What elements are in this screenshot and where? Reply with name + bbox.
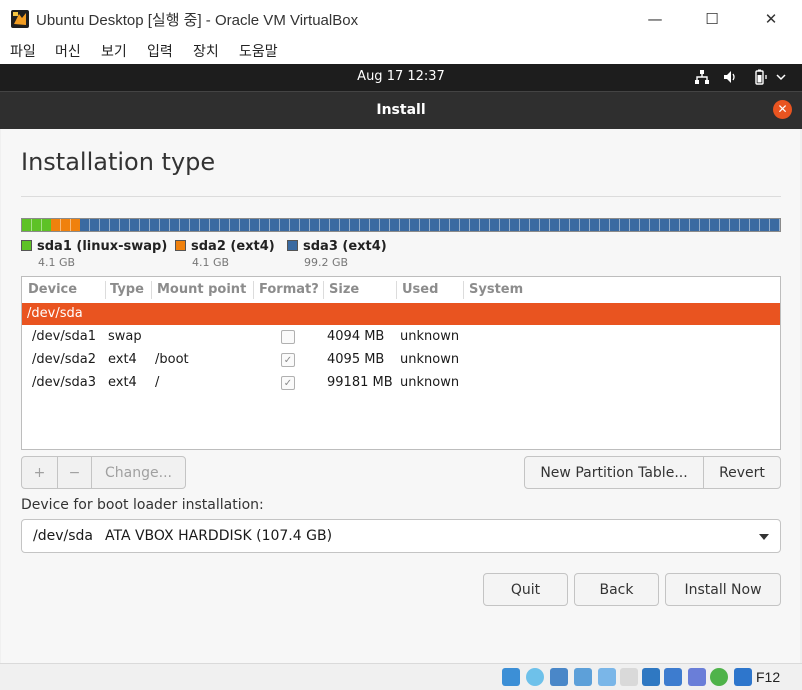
column-separator: [105, 281, 106, 299]
legend-sda3: sda3 (ext4) 99.2 GB: [287, 239, 387, 269]
remove-partition-button[interactable]: −: [57, 456, 92, 489]
legend-size: 99.2 GB: [304, 256, 349, 269]
legend-sda1: sda1 (linux-swap) 4.1 GB: [21, 239, 167, 269]
network-icon[interactable]: [694, 69, 710, 85]
install-now-button[interactable]: Install Now: [665, 573, 781, 606]
legend-name: sda1 (linux-swap): [37, 239, 168, 254]
divider: [21, 196, 781, 197]
partition-bar: [21, 218, 781, 232]
column-separator: [151, 281, 152, 299]
format-checkbox[interactable]: [281, 330, 295, 344]
menu-machine[interactable]: 머신: [55, 41, 81, 61]
boot-device: /dev/sda: [33, 528, 93, 544]
format-checkbox-checked[interactable]: ✓: [281, 353, 295, 367]
legend-name: sda3 (ext4): [303, 239, 387, 254]
boot-loader-select[interactable]: /dev/sda ATA VBOX HARDDISK (107.4 GB): [21, 519, 781, 553]
column-header-format[interactable]: Format?: [259, 282, 319, 297]
partition-segment-sda1: [22, 219, 51, 231]
hard-disk-icon[interactable]: [502, 668, 520, 686]
dialog-header: Install: [0, 91, 802, 129]
partition-segment-sda2: [50, 219, 80, 231]
column-separator: [396, 281, 397, 299]
cell-mount[interactable]: /boot: [155, 352, 189, 367]
column-separator: [463, 281, 464, 299]
cell-device[interactable]: /dev/sda1: [32, 329, 96, 344]
column-header-type[interactable]: Type: [110, 282, 144, 297]
table-row-selected[interactable]: /dev/sda: [22, 303, 780, 325]
legend-swatch-sda1: [21, 240, 32, 251]
cell-device[interactable]: /dev/sda3: [32, 375, 96, 390]
disk-label: /dev/sda: [27, 306, 83, 321]
quit-button[interactable]: Quit: [483, 573, 568, 606]
virtualbox-app-icon: [11, 10, 29, 28]
usb-icon[interactable]: [598, 668, 616, 686]
cell-mount[interactable]: /: [155, 375, 159, 390]
format-checkbox-checked[interactable]: ✓: [281, 376, 295, 390]
boot-loader-label: Device for boot loader installation:: [21, 497, 264, 513]
network-adapter-icon[interactable]: [574, 668, 592, 686]
partition-segment-sda3: [79, 219, 780, 231]
cell-type[interactable]: swap: [108, 329, 142, 344]
guest-additions-icon[interactable]: [710, 668, 728, 686]
cell-used[interactable]: unknown: [400, 375, 459, 390]
display-icon[interactable]: [642, 668, 660, 686]
column-header-size[interactable]: Size: [329, 282, 359, 297]
cell-size[interactable]: 4095 MB: [327, 352, 384, 367]
partition-table: Device Type Mount point Format? Size Use…: [21, 276, 781, 450]
legend-size: 4.1 GB: [38, 256, 76, 269]
clock[interactable]: Aug 17 12:37: [0, 69, 802, 84]
maximize-button[interactable]: ☐: [689, 4, 735, 34]
dropdown-arrow-icon: [759, 534, 769, 540]
dialog-title: Install: [376, 102, 426, 118]
audio-icon[interactable]: [550, 668, 568, 686]
chevron-down-icon[interactable]: [775, 69, 787, 85]
volume-icon[interactable]: [722, 69, 738, 85]
revert-button[interactable]: Revert: [703, 456, 781, 489]
change-partition-button[interactable]: Change...: [91, 456, 186, 489]
legend-swatch-sda2: [175, 240, 186, 251]
optical-drive-icon[interactable]: [526, 668, 544, 686]
mouse-integration-icon[interactable]: [734, 668, 752, 686]
column-separator: [323, 281, 324, 299]
guest-top-bar: Aug 17 12:37: [0, 64, 802, 91]
column-header-mount-point[interactable]: Mount point: [157, 282, 246, 297]
cell-type[interactable]: ext4: [108, 375, 137, 390]
column-separator: [253, 281, 254, 299]
minimize-button[interactable]: —: [632, 4, 678, 34]
cell-size[interactable]: 99181 MB: [327, 375, 393, 390]
cell-type[interactable]: ext4: [108, 352, 137, 367]
legend-size: 4.1 GB: [192, 256, 230, 269]
virtualization-icon[interactable]: [688, 668, 706, 686]
dialog-close-button[interactable]: ✕: [773, 100, 792, 119]
boot-device-description: ATA VBOX HARDDISK (107.4 GB): [105, 528, 333, 544]
battery-icon[interactable]: [750, 69, 768, 85]
menu-help[interactable]: 도움말: [239, 41, 278, 61]
back-button[interactable]: Back: [574, 573, 659, 606]
window-title: Ubuntu Desktop [실행 중] - Oracle VM Virtua…: [36, 12, 359, 29]
menu-bar: 파일 머신 보기 입력 장치 도움말: [0, 38, 802, 64]
add-partition-button[interactable]: +: [21, 456, 58, 489]
cell-used[interactable]: unknown: [400, 352, 459, 367]
new-partition-table-button[interactable]: New Partition Table...: [524, 456, 704, 489]
menu-input[interactable]: 입력: [147, 41, 173, 61]
close-window-button[interactable]: ✕: [748, 4, 794, 34]
shared-folder-icon[interactable]: [620, 668, 638, 686]
host-key-label: F12: [756, 669, 781, 685]
legend-name: sda2 (ext4): [191, 239, 275, 254]
recording-icon[interactable]: [664, 668, 682, 686]
cell-size[interactable]: 4094 MB: [327, 329, 384, 344]
column-header-device[interactable]: Device: [28, 282, 77, 297]
legend-sda2: sda2 (ext4) 4.1 GB: [175, 239, 275, 269]
menu-file[interactable]: 파일: [10, 41, 36, 61]
menu-devices[interactable]: 장치: [193, 41, 219, 61]
page-title: Installation type: [21, 148, 216, 176]
legend-swatch-sda3: [287, 240, 298, 251]
cell-device[interactable]: /dev/sda2: [32, 352, 96, 367]
vm-status-bar: F12: [0, 663, 802, 690]
window-titlebar: Ubuntu Desktop [실행 중] - Oracle VM Virtua…: [0, 0, 802, 38]
column-header-used[interactable]: Used: [402, 282, 438, 297]
column-header-system[interactable]: System: [469, 282, 523, 297]
menu-view[interactable]: 보기: [101, 41, 127, 61]
cell-used[interactable]: unknown: [400, 329, 459, 344]
